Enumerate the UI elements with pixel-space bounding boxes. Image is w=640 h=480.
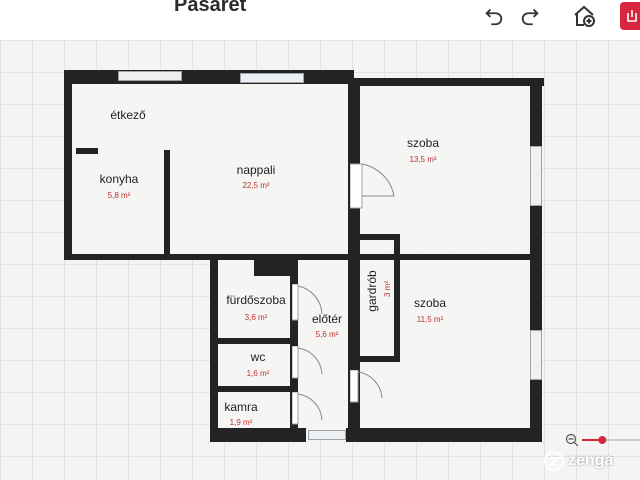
room-floor-2 [354,256,532,434]
page-title: Pasarét [174,0,247,16]
door-icon [350,370,383,403]
room-name: étkező [110,108,146,122]
room-area: 3,6 m² [244,313,268,322]
wall [254,258,294,276]
zenga-logo-icon [544,451,564,471]
room-name: konyha [99,172,139,186]
room-area: 22,5 m² [242,181,270,190]
room-name: wc [250,350,266,364]
add-home-button[interactable] [572,4,596,28]
brand-logo: zenga [544,450,613,472]
room-name: szoba [406,136,440,150]
window [530,146,542,206]
window [240,73,304,83]
wall [346,428,542,442]
home-plus-icon [574,5,595,27]
wall [64,70,72,260]
wall [358,234,398,240]
door-icon [292,346,323,379]
top-toolbar: Pasarét [0,0,640,41]
zoom-slider[interactable] [562,430,640,450]
room-area: 11,5 m² [416,315,444,324]
undo-button[interactable] [482,4,506,28]
room-name: gardrób [365,270,379,312]
wall [356,356,398,362]
window [530,330,542,380]
wall [530,78,542,442]
room-name: nappali [236,163,276,177]
wall [64,70,354,84]
room-area: 13,5 m² [409,155,437,164]
export-icon [627,10,637,22]
wall [210,428,306,442]
room-area: 5,8 m² [107,191,131,200]
redo-button[interactable] [518,4,542,28]
room-area: 5,6 m² [315,330,339,339]
window [118,71,182,81]
door-icon [350,163,395,209]
undo-icon [485,8,503,26]
wall [212,386,296,392]
room-name: szoba [413,296,447,310]
wall [76,148,98,154]
export-button[interactable] [620,2,640,30]
brand-name: zenga [568,452,614,469]
living-area-floor [72,76,354,256]
wall [64,254,534,260]
room-area: 1,9 m² [229,418,253,427]
zoom-slider-handle [598,436,607,444]
redo-icon [521,8,539,26]
wall [164,150,170,254]
room-name: fürdőszoba [226,293,286,307]
wall [210,256,218,442]
room-name: kamra [224,400,258,414]
door-icon [292,392,323,425]
window [308,430,346,440]
room-name: előtér [311,312,343,326]
room-area: 3 m² [383,281,392,297]
room-area: 1,6 m² [246,369,270,378]
wall [212,338,296,344]
zoom-control[interactable] [562,430,640,450]
wall [352,78,544,86]
